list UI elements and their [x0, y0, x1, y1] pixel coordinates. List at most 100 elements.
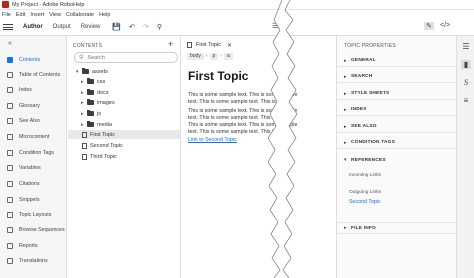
tab-author[interactable]: Author [23, 24, 43, 30]
settings-sliders-icon[interactable]: ☰ [461, 42, 471, 51]
section-see-also[interactable]: ▸ SEE ALSO [337, 121, 457, 133]
rail-item-index[interactable]: Index [0, 85, 67, 95]
rail-item-glossary[interactable]: Glossary [0, 101, 67, 111]
collapse-panel-icon[interactable]: « [8, 40, 12, 47]
topic-properties-icon[interactable]: ▮ [461, 60, 471, 69]
attributes-icon[interactable]: ≡ [461, 96, 471, 105]
link-second-topic[interactable]: Link to Second Topic [188, 137, 237, 143]
section-general[interactable]: ▸ GENERAL [337, 55, 457, 67]
find-replace-icon[interactable]: ⚲ [157, 23, 162, 31]
topic-heading[interactable]: First Topic [188, 69, 248, 83]
contents-panel-title: CONTENTS [73, 43, 103, 49]
menu-bar: File Edit Insert View Collaborate Help [0, 10, 474, 19]
menu-insert[interactable]: Insert [30, 12, 44, 18]
chevron-right-icon: ▸ [344, 139, 347, 146]
topic-page-icon [82, 142, 87, 149]
main-toolbar: Author Output Review 💾 ↶ ↷ ⚲ [0, 19, 474, 36]
rail-item-snippets[interactable]: Snippets [0, 195, 67, 205]
tab-output[interactable]: Output [53, 24, 71, 30]
tree-item-css[interactable]: ▸ css [68, 77, 180, 86]
menu-edit[interactable]: Edit [16, 12, 25, 18]
menu-collaborate[interactable]: Collaborate [66, 12, 94, 18]
rail-item-microcontent[interactable]: Microcontent [0, 132, 67, 142]
section-index[interactable]: ▸ INDEX [337, 104, 457, 116]
citations-icon [7, 181, 13, 187]
rail-item-variables[interactable]: Variables [0, 163, 67, 173]
right-panel-rail: ☰ ▮ S ≡ [456, 36, 474, 278]
code-view-icon[interactable]: </> [440, 22, 450, 29]
translations-icon [7, 258, 13, 264]
section-search[interactable]: ▸ SEARCH [337, 71, 457, 83]
outgoing-link-second-topic[interactable]: Second Topic [349, 199, 381, 205]
rail-item-table-of-contents[interactable]: Table of Contents [0, 70, 67, 80]
tree-item-media[interactable]: ▸ media [68, 120, 180, 129]
hamburger-menu-icon[interactable] [3, 24, 13, 30]
section-condition-tags[interactable]: ▸ CONDITION TAGS [337, 137, 457, 149]
snippets-icon [7, 197, 13, 203]
section-references[interactable]: ▾ REFERENCES [337, 154, 457, 166]
incoming-links-label: Incoming Links [349, 173, 381, 178]
topic-page-icon [82, 131, 87, 138]
chevron-right-icon: ▸ [344, 106, 347, 113]
window-title: My Project - Adobe RoboHelp [12, 1, 85, 8]
breadcrumb: body › p › a [187, 52, 233, 60]
breadcrumb-separator-icon: › [220, 53, 222, 59]
chevron-right-icon: ▸ [344, 90, 347, 97]
topic-page-icon [82, 153, 87, 160]
save-icon[interactable]: 💾 [112, 23, 121, 31]
contents-search[interactable]: ⚲ [74, 52, 178, 63]
rail-item-browse-sequences[interactable]: Browse Sequences [0, 225, 67, 235]
tree-item-third-topic[interactable]: Third Topic [68, 152, 180, 161]
breadcrumb-body[interactable]: body [187, 52, 204, 60]
edit-mode-icon[interactable]: ✎ [424, 22, 434, 30]
tree-item-docs[interactable]: ▸ docs [68, 88, 180, 97]
breadcrumb-a[interactable]: a [223, 52, 233, 60]
add-icon[interactable]: + [168, 39, 173, 49]
contents-panel: CONTENTS + ⚲ ▾assets ▸css ▸docs ▸images … [68, 36, 181, 278]
close-icon[interactable]: ✕ [227, 42, 232, 49]
see-also-icon [7, 118, 13, 124]
robohelp-app-icon [2, 1, 9, 8]
topic-layouts-icon [7, 212, 13, 218]
folder-icon [87, 110, 94, 116]
index-icon [7, 87, 13, 93]
rail-item-topic-layouts[interactable]: Topic Layouts [0, 210, 67, 220]
tree-item-second-topic[interactable]: Second Topic [68, 141, 180, 150]
folder-icon [87, 121, 94, 127]
condition-tags-icon [7, 150, 13, 156]
variables-icon [7, 165, 13, 171]
menu-file[interactable]: File [2, 12, 11, 18]
chevron-right-icon: ▸ [344, 123, 347, 130]
tab-review[interactable]: Review [81, 24, 101, 30]
chevron-right-icon: ▸ [344, 57, 347, 64]
breadcrumb-p[interactable]: p [209, 52, 219, 60]
rail-item-condition-tags[interactable]: Condition Tags [0, 148, 67, 158]
topic-page-icon [187, 42, 192, 48]
tree-item-first-topic[interactable]: First Topic [68, 130, 180, 139]
redo-icon[interactable]: ↷ [143, 23, 149, 31]
section-file-info[interactable]: ▸ FILE INFO [337, 222, 457, 234]
undo-icon[interactable]: ↶ [129, 23, 135, 31]
tree-item-images[interactable]: ▸ images [68, 98, 180, 107]
rail-item-see-also[interactable]: See Also [0, 116, 67, 126]
breadcrumb-separator-icon: › [205, 53, 208, 59]
tab-first-topic[interactable]: First Topic ✕ [187, 39, 232, 51]
rail-item-translations[interactable]: Translations [0, 256, 67, 266]
rail-item-reports[interactable]: Reports [0, 241, 67, 251]
contents-search-input[interactable] [87, 54, 168, 61]
styles-icon[interactable]: S [461, 78, 471, 87]
tree-item-js[interactable]: ▸ js [68, 109, 180, 118]
menu-view[interactable]: View [49, 12, 61, 18]
menu-help[interactable]: Help [99, 12, 110, 18]
microcontent-icon [7, 134, 13, 140]
topic-properties-panel: TOPIC PROPERTIES ▸ GENERAL ▸ SEARCH ▸ STYLE… [336, 36, 457, 278]
section-style-sheets[interactable]: ▸ STYLE SHEETS [337, 88, 457, 100]
chevron-right-icon: ▸ [344, 225, 347, 231]
tree-item-assets[interactable]: ▾ assets [68, 67, 180, 76]
rail-item-citations[interactable]: Citations [0, 179, 67, 189]
contents-icon [7, 57, 13, 63]
rail-item-contents[interactable]: Contents [0, 55, 67, 65]
properties-panel-title: TOPIC PROPERTIES [344, 43, 396, 49]
topic-editor: First Topic ✕ body › p › a First Topic T… [182, 36, 335, 278]
folder-icon [87, 99, 94, 105]
